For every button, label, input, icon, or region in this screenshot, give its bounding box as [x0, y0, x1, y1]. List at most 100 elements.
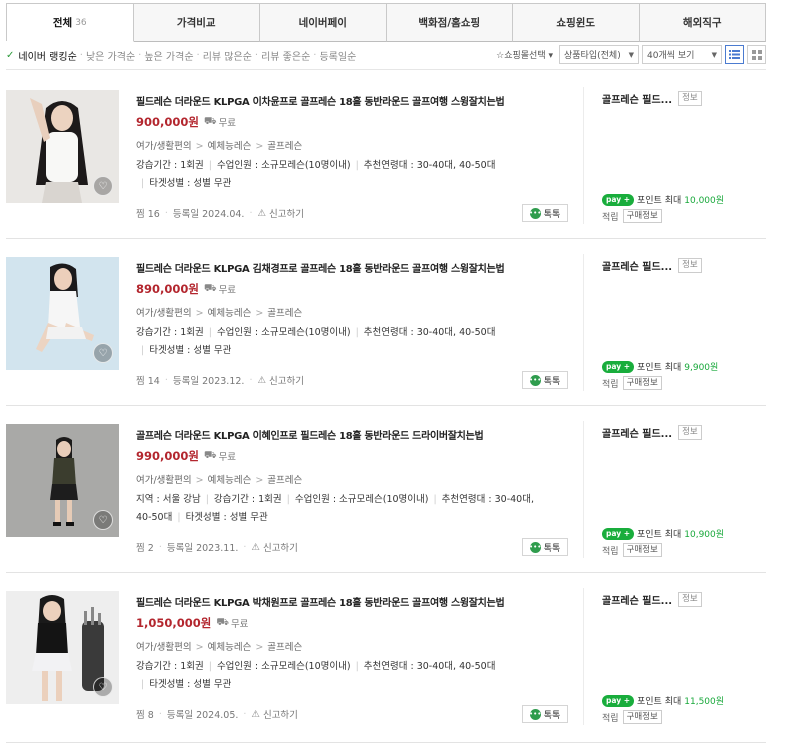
report-link[interactable]: ⚠ 신고하기: [257, 206, 304, 221]
product-type-select[interactable]: 상품타입(전체) ▼: [559, 45, 639, 64]
tab-all[interactable]: 전체 36: [7, 4, 134, 42]
sort-ranking[interactable]: ✓ 네이버 랭킹순: [6, 48, 77, 63]
talktalk-button[interactable]: ••• 톡톡: [522, 204, 568, 222]
mall-info: 골프레슨 필드... 정보: [602, 425, 702, 440]
info-badge[interactable]: 정보: [678, 258, 702, 273]
buy-info-button[interactable]: 구매정보: [622, 543, 662, 557]
divider: |: [355, 160, 359, 171]
sort-high-price[interactable]: · 높은 가격순: [135, 48, 193, 63]
accumulation: 적립 구매정보: [602, 543, 662, 557]
product-thumbnail[interactable]: ♡: [6, 591, 119, 704]
product-thumbnail[interactable]: ♡: [6, 257, 119, 370]
spec-item: 40-50대: [136, 511, 173, 523]
mall-name[interactable]: 골프레슨 필드...: [602, 258, 672, 273]
category-item[interactable]: 골프레슨: [267, 308, 302, 319]
chevron-right-icon: >: [195, 642, 204, 653]
heart-icon[interactable]: ♡: [93, 176, 113, 196]
category-item[interactable]: 예체능레슨: [208, 642, 252, 653]
heart-icon[interactable]: ♡: [93, 677, 113, 697]
accum-label: 적립: [602, 546, 619, 557]
tab-shopping-window[interactable]: 쇼핑윈도: [513, 4, 640, 42]
accum-label: 적립: [602, 379, 619, 390]
point-label: 포인트 최대: [637, 196, 682, 206]
sort-review-score[interactable]: · 리뷰 좋은순: [252, 48, 310, 63]
tab-department-store[interactable]: 백화점/홈쇼핑: [386, 4, 513, 42]
info-badge[interactable]: 정보: [678, 592, 702, 607]
spec-line: 지역 : 서울 강남 | 강습기간 : 1회권 | 수업인원 : 소규모레슨(10명이내…: [136, 491, 576, 509]
tab-overseas[interactable]: 해외직구: [639, 4, 766, 42]
info-badge[interactable]: 정보: [678, 425, 702, 440]
report-link[interactable]: ⚠ 신고하기: [251, 707, 298, 722]
product-thumbnail[interactable]: ♡: [6, 424, 119, 537]
registered-date: 등록일 2023.11.: [166, 543, 239, 554]
heart-glyph: ♡: [98, 514, 108, 526]
product-title[interactable]: 필드레슨 더라운드 KLPGA 박채원프로 골프레슨 18홀 동반라운드 골프여…: [136, 594, 576, 609]
point-label: 포인트 최대: [637, 363, 682, 373]
tab-label: 네이버페이: [298, 17, 347, 29]
divider: |: [177, 511, 181, 523]
sort-review-count[interactable]: · 리뷰 많은순: [194, 48, 252, 63]
page-size-select[interactable]: 40개씩 보기 ▼: [642, 45, 722, 64]
report-link[interactable]: ⚠ 신고하기: [251, 540, 298, 555]
report-label: 신고하기: [262, 710, 298, 721]
divider: |: [355, 327, 359, 338]
mall-name[interactable]: 골프레슨 필드...: [602, 592, 672, 607]
spec-item: 추천연령대 : 30-40대, 40-50대: [363, 661, 496, 672]
spec-item: 강습기간 : 1회권: [136, 661, 204, 672]
divider: ·: [243, 541, 247, 553]
list-view-button[interactable]: [725, 45, 744, 64]
chevron-right-icon: >: [255, 642, 264, 653]
talktalk-button[interactable]: ••• 톡톡: [522, 705, 568, 723]
category-item[interactable]: 골프레슨: [267, 642, 302, 653]
buy-info-button[interactable]: 구매정보: [622, 710, 662, 724]
grid-view-icon: [751, 49, 762, 60]
product-title[interactable]: 골프레슨 더라운드 KLPGA 이혜인프로 필드레슨 18홀 동반라운드 드라이…: [136, 427, 576, 442]
divider: |: [286, 494, 290, 505]
price-line: 900,000원 ⛟ 무료: [136, 114, 236, 130]
category-item[interactable]: 예체능레슨: [208, 141, 252, 152]
product-specs: 강습기간 : 1회권 | 수업인원 : 소규모레슨(10명이내) | 추천연령대 : 3…: [136, 324, 576, 359]
buy-info-button[interactable]: 구매정보: [622, 209, 662, 223]
product-title[interactable]: 필드레슨 더라운드 KLPGA 이차윤프로 골프레슨 18홀 동반라운드 골프여…: [136, 93, 576, 108]
talktalk-button[interactable]: ••• 톡톡: [522, 538, 568, 556]
mall-select-link[interactable]: ☆쇼핑몰선택 ▾: [496, 48, 553, 61]
npay-points: pay + 포인트 최대 10,900원: [602, 527, 724, 540]
registered-date: 등록일 2023.12.: [172, 376, 245, 387]
category-item[interactable]: 여가/생활편의: [136, 141, 192, 152]
accumulation: 적립 구매정보: [602, 376, 662, 390]
mall-name[interactable]: 골프레슨 필드...: [602, 91, 672, 106]
product-title[interactable]: 필드레슨 더라운드 KLPGA 김채경프로 골프레슨 18홀 동반라운드 골프여…: [136, 260, 576, 275]
product-thumbnail[interactable]: ♡: [6, 90, 119, 203]
divider: |: [433, 494, 437, 505]
sort-registered[interactable]: · 등록일순: [310, 48, 356, 63]
category-item[interactable]: 골프레슨: [267, 141, 302, 152]
category-item[interactable]: 예체능레슨: [208, 308, 252, 319]
category-item[interactable]: 예체능레슨: [208, 475, 252, 486]
product-row: ♡ 필드레슨 더라운드 KLPGA 박채원프로 골프레슨 18홀 동반라운드 골…: [6, 573, 766, 743]
category-item[interactable]: 여가/생활편의: [136, 642, 192, 653]
column-divider: [583, 87, 584, 224]
spec-item: 수업인원 : 소규모레슨(10명이내): [294, 494, 429, 505]
truck-icon: ⛟: [216, 616, 229, 628]
mall-info: 골프레슨 필드... 정보: [602, 592, 702, 607]
category-item[interactable]: 골프레슨: [267, 475, 302, 486]
npay-logo: pay +: [602, 193, 634, 206]
sort-low-price[interactable]: · 낮은 가격순: [77, 48, 135, 63]
report-link[interactable]: ⚠ 신고하기: [257, 373, 304, 388]
spec-line: 강습기간 : 1회권 | 수업인원 : 소규모레슨(10명이내) | 추천연령대 : 3…: [136, 658, 576, 676]
tab-price-compare[interactable]: 가격비교: [133, 4, 260, 42]
category-item[interactable]: 여가/생활편의: [136, 308, 192, 319]
tab-naver-pay[interactable]: 네이버페이: [260, 4, 387, 42]
buy-info-button[interactable]: 구매정보: [622, 376, 662, 390]
heart-icon[interactable]: ♡: [93, 510, 113, 530]
divider: ·: [249, 207, 253, 219]
mall-name[interactable]: 골프레슨 필드...: [602, 425, 672, 440]
heart-icon[interactable]: ♡: [93, 343, 113, 363]
zzim-count: 찜 14: [136, 376, 160, 387]
category-item[interactable]: 여가/생활편의: [136, 475, 192, 486]
chevron-right-icon: >: [195, 475, 204, 486]
talktalk-button[interactable]: ••• 톡톡: [522, 371, 568, 389]
report-label: 신고하기: [262, 543, 298, 554]
grid-view-button[interactable]: [747, 45, 766, 64]
info-badge[interactable]: 정보: [678, 91, 702, 106]
